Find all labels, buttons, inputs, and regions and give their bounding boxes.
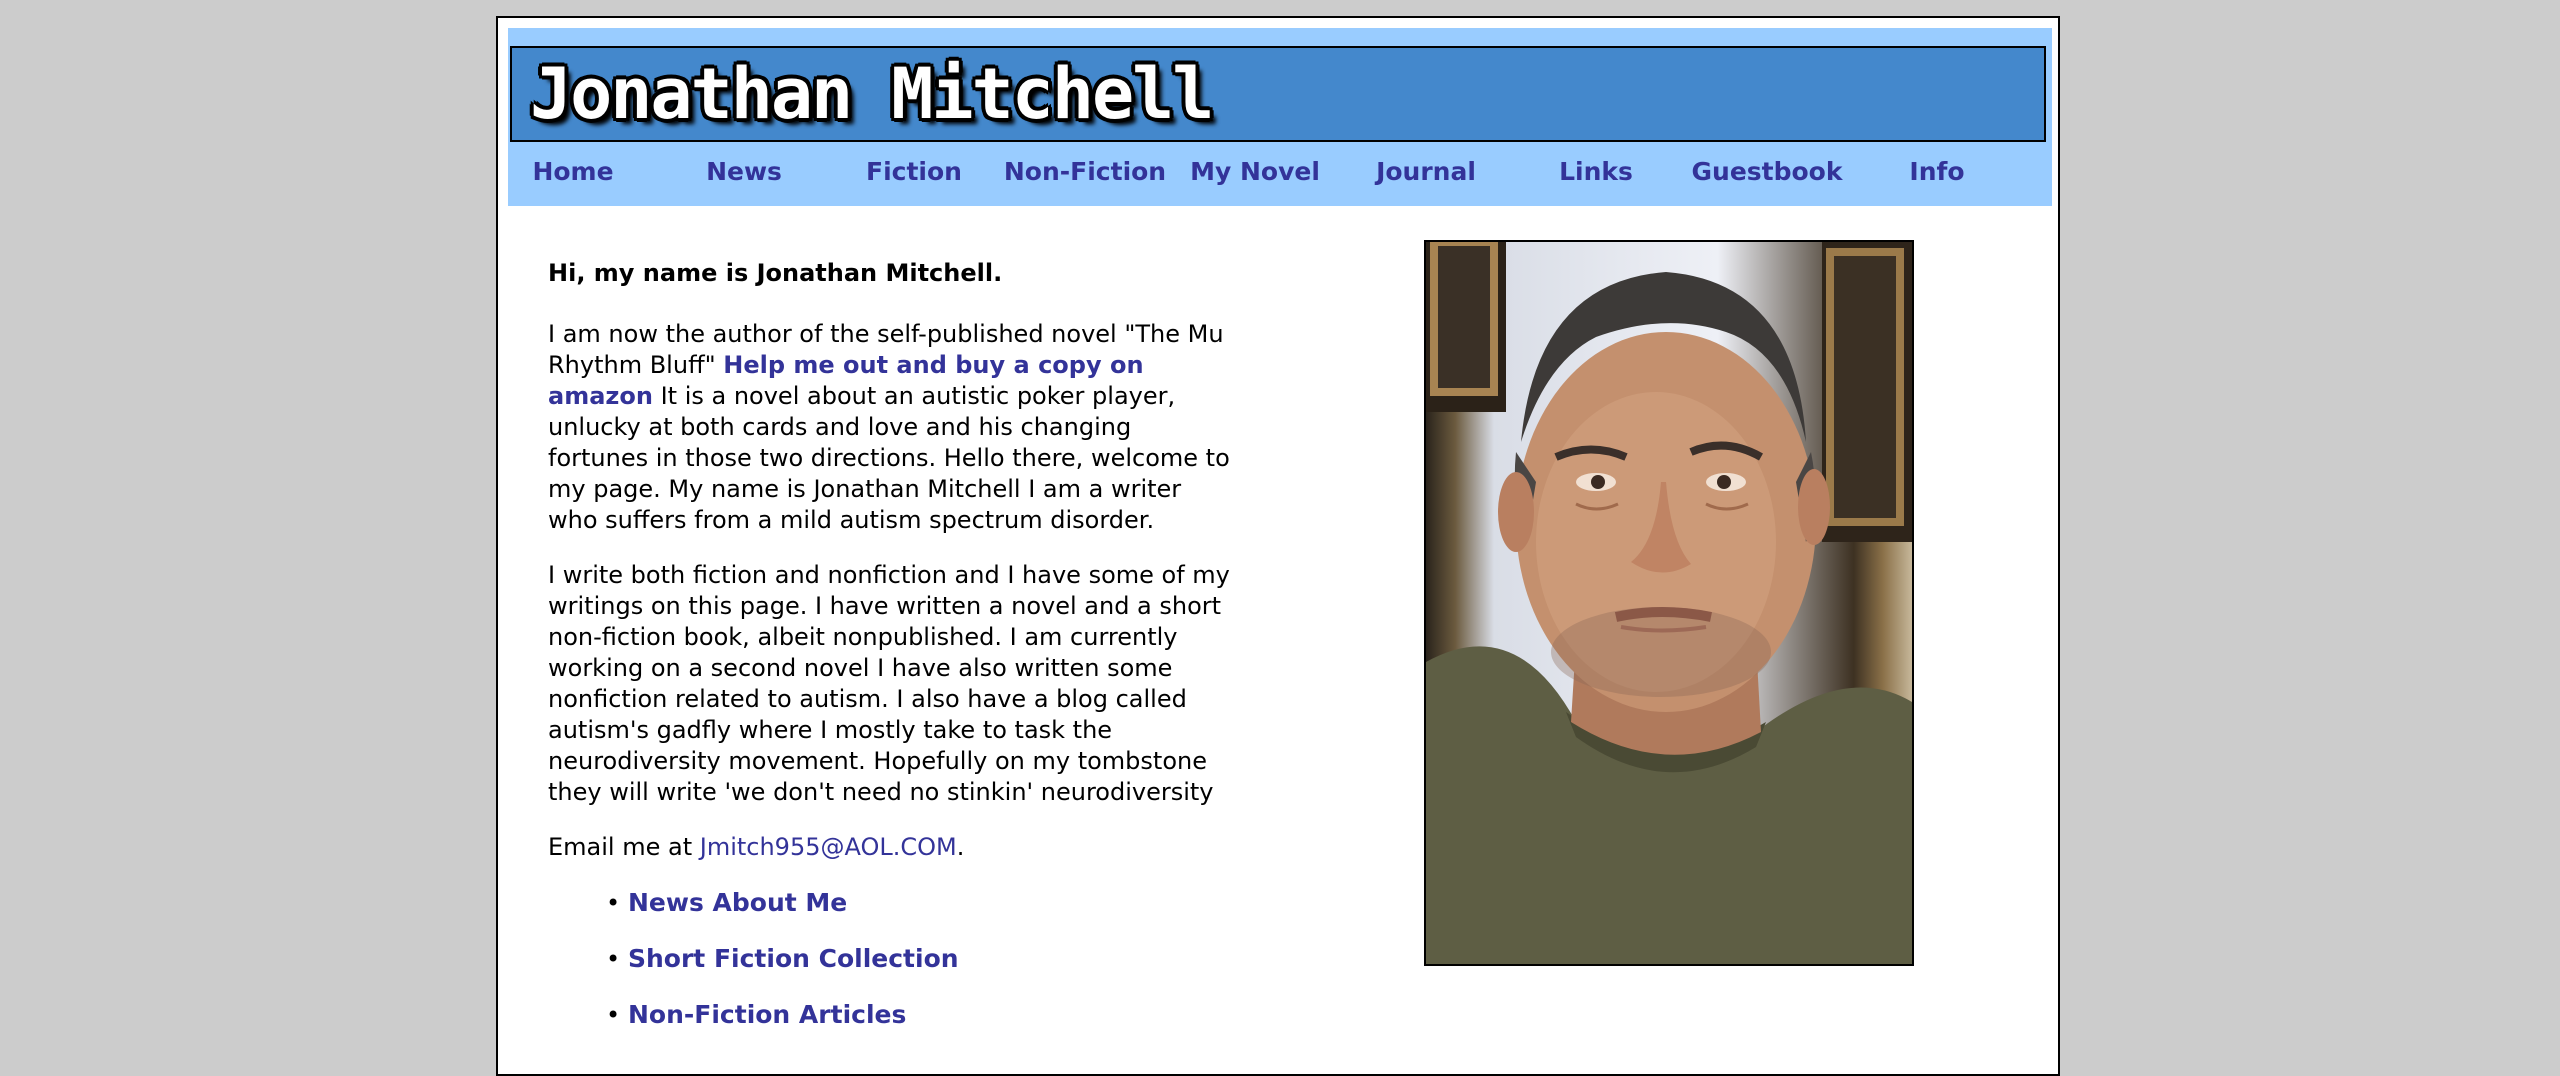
intro-paragraph: I am now the author of the self-publishe…: [548, 319, 1238, 536]
list-item: News About Me: [628, 887, 1238, 919]
main-content: Hi, my name is Jonathan Mitchell. I am n…: [548, 258, 1238, 1055]
main-nav: Home News Fiction Non-Fiction My Novel J…: [508, 152, 2052, 192]
email-suffix: .: [956, 833, 965, 861]
nav-guestbook[interactable]: Guestbook: [1682, 152, 1852, 192]
greeting-heading: Hi, my name is Jonathan Mitchell.: [548, 259, 1003, 287]
nav-news[interactable]: News: [659, 152, 829, 192]
list-item: Short Fiction Collection: [628, 943, 1238, 975]
non-fiction-articles-link[interactable]: Non-Fiction Articles: [628, 1000, 906, 1029]
list-item: Non-Fiction Articles: [628, 999, 1238, 1031]
email-line: Email me at Jmitch955@AOL.COM.: [548, 832, 1238, 863]
nav-fiction[interactable]: Fiction: [829, 152, 999, 192]
nav-info[interactable]: Info: [1852, 152, 2022, 192]
portrait-illustration: [1426, 242, 1912, 964]
short-fiction-link[interactable]: Short Fiction Collection: [628, 944, 959, 973]
nav-non-fiction[interactable]: Non-Fiction: [1000, 152, 1170, 192]
site-title: Jonathan Mitchell: [530, 53, 1214, 135]
author-photo: [1424, 240, 1914, 966]
nav-journal[interactable]: Journal: [1341, 152, 1511, 192]
header: Jonathan Mitchell Home News Fiction Non-…: [508, 28, 2052, 206]
email-link[interactable]: Jmitch955@AOL.COM: [700, 833, 957, 861]
email-prefix: Email me at: [548, 833, 700, 861]
nav-my-novel[interactable]: My Novel: [1170, 152, 1340, 192]
nav-links[interactable]: Links: [1511, 152, 1681, 192]
news-about-me-link[interactable]: News About Me: [628, 888, 847, 917]
page-container: Jonathan Mitchell Home News Fiction Non-…: [496, 16, 2060, 1076]
nav-home[interactable]: Home: [488, 152, 658, 192]
site-banner[interactable]: Jonathan Mitchell: [510, 46, 2046, 142]
section-links: News About Me Short Fiction Collection N…: [548, 887, 1238, 1031]
about-paragraph: I write both fiction and nonfiction and …: [548, 561, 1230, 806]
